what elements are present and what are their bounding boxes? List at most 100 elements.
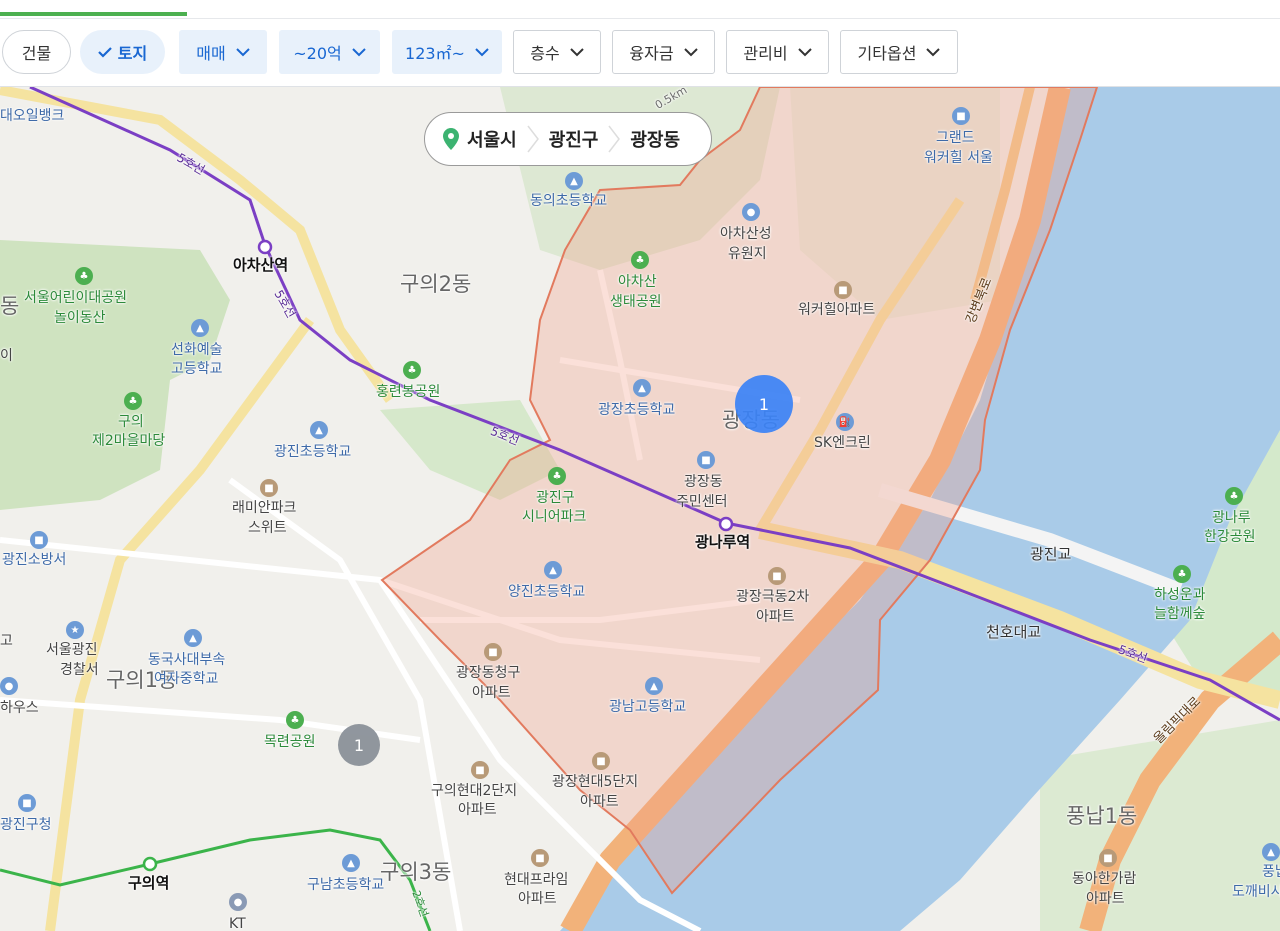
school-icon: ▲ — [310, 421, 328, 439]
poi-ramian-2[interactable]: 스위트 — [248, 519, 287, 537]
building-filter-label: 건물 — [21, 44, 52, 63]
trade-type-label: 매매 — [196, 44, 226, 63]
poi-kids-park-1[interactable]: 서울어린이대공원 — [24, 289, 127, 307]
check-icon — [97, 47, 112, 58]
breadcrumb-dong[interactable]: 광장동 — [630, 126, 680, 152]
poi-achasan-eco-1[interactable]: 아차산 — [618, 273, 657, 291]
school-icon: ▲ — [544, 561, 562, 579]
poi-gwangjang-es[interactable]: 광장초등학교 — [598, 401, 675, 419]
poi-hyundai5-2[interactable]: 아파트 — [580, 793, 619, 811]
maintenance-dropdown[interactable]: 관리비 — [726, 30, 829, 74]
poi-cheonggu-2[interactable]: 아파트 — [472, 684, 511, 702]
poi-ramian-1[interactable]: 래미안파크 — [232, 499, 296, 517]
poi-gu-office[interactable]: 광진구청 — [0, 816, 52, 834]
poi-police-1[interactable]: 서울광진 — [46, 641, 98, 659]
poi-sk-enclean[interactable]: SK엔크린 — [814, 434, 871, 452]
poi-dongui-school[interactable]: 동의초등학교 — [530, 192, 607, 210]
area-dropdown[interactable]: 123㎡~ — [392, 30, 502, 74]
school-icon: ▲ — [645, 677, 663, 695]
map-canvas[interactable]: 구의2동 광장동 구의1동 구의3동 풍납1동 동 아차산역 광나루역 구의역 … — [0, 87, 1280, 931]
poi-geukdong-1[interactable]: 광장극동2차 — [736, 588, 809, 606]
maintenance-label: 관리비 — [743, 44, 788, 63]
poi-oilbank[interactable]: 대오일뱅크 — [0, 107, 64, 125]
breadcrumb-city[interactable]: 서울시 — [467, 126, 517, 152]
poi-gwangnaru-hangang-1[interactable]: 광나루 — [1212, 509, 1251, 527]
school-icon: ▲ — [191, 319, 209, 337]
gwangjin-bridge-label: 광진교 — [1030, 545, 1072, 563]
other-options-label: 기타옵션 — [857, 44, 917, 63]
poi-gwangjin-es[interactable]: 광진초등학교 — [274, 443, 351, 461]
filter-bar: 건물 토지 매매 ~20억 123㎡~ 층수 융자금 관리비 기타옵션 — [0, 19, 1280, 87]
poi-arts-hs-1[interactable]: 선화예술 — [171, 341, 223, 359]
poi-hongryeonbong[interactable]: 홍련봉공원 — [376, 383, 440, 401]
poi-grand-walkerhill-1[interactable]: 그랜드 — [936, 129, 975, 147]
school-icon: ▲ — [1262, 843, 1280, 861]
poi-dongahanga-1[interactable]: 동아한가람 — [1072, 870, 1136, 888]
apartment-icon: ■ — [1099, 849, 1117, 867]
land-filter-button[interactable]: 토지 — [80, 30, 165, 74]
poi-gwangjang-center-1[interactable]: 광장동 — [684, 473, 723, 491]
area-label-guui3: 구의3동 — [380, 860, 452, 884]
poi-hyundai2-2[interactable]: 아파트 — [458, 801, 497, 819]
poi-geukdong-2[interactable]: 아파트 — [756, 608, 795, 626]
poi-yangjin-es[interactable]: 양진초등학교 — [508, 583, 585, 601]
poi-prime-1[interactable]: 현대프라임 — [504, 871, 568, 889]
poi-pungnap-right-1[interactable]: 풍납 — [1262, 863, 1280, 881]
achasan-station-marker[interactable] — [257, 239, 273, 255]
poi-left-edge-1: 이 — [0, 348, 13, 364]
floors-label: 층수 — [530, 44, 560, 63]
poi-mokryeon[interactable]: 목련공원 — [264, 733, 316, 751]
price-dropdown[interactable]: ~20억 — [279, 30, 380, 74]
poi-gwangnaru-hangang-2[interactable]: 한강공원 — [1204, 528, 1256, 546]
poi-guui-park-2[interactable]: 제2마을마당 — [92, 432, 165, 450]
poi-kt[interactable]: KT — [229, 915, 246, 931]
breadcrumb-district[interactable]: 광진구 — [549, 126, 599, 152]
station-label-gwangnaru[interactable]: 광나루역 — [695, 533, 750, 551]
poi-pungnap-right-2[interactable]: 도깨비시 — [1232, 883, 1280, 901]
poi-kids-park-2[interactable]: 놀이동산 — [54, 309, 106, 327]
poi-senior-2[interactable]: 시니어파크 — [522, 508, 586, 526]
apartment-icon: ■ — [768, 567, 786, 585]
other-options-dropdown[interactable]: 기타옵션 — [840, 30, 958, 74]
poi-prime-2[interactable]: 아파트 — [518, 890, 557, 908]
poi-cheonggu-1[interactable]: 광장동청구 — [456, 664, 520, 682]
poi-dongguk-1[interactable]: 동국사대부속 — [148, 651, 225, 669]
apartment-icon: ■ — [592, 752, 610, 770]
poi-achasan-ruins-1[interactable]: 아차산성 — [720, 225, 772, 243]
chevron-down-icon — [475, 47, 489, 56]
trade-type-dropdown[interactable]: 매매 — [179, 30, 267, 74]
poi-gunam-es[interactable]: 구남초등학교 — [307, 876, 384, 894]
chevron-down-icon — [683, 47, 698, 56]
guui-station-marker[interactable] — [142, 856, 158, 872]
station-label-achasan[interactable]: 아차산역 — [233, 256, 288, 274]
poi-senior-1[interactable]: 광진구 — [536, 489, 575, 507]
poi-hyundai5-1[interactable]: 광장현대5단지 — [552, 773, 638, 791]
poi-walkerhill-apt[interactable]: 워커힐아파트 — [798, 301, 875, 319]
gwangnaru-station-marker[interactable] — [718, 516, 734, 532]
poi-arts-hs-2[interactable]: 고등학교 — [171, 360, 223, 378]
park-icon: ♣ — [75, 267, 93, 285]
poi-haseong-1[interactable]: 하성운과 — [1154, 586, 1206, 604]
poi-dongguk-2[interactable]: 여자중학교 — [154, 670, 218, 688]
listing-cluster-marker-gray[interactable]: 1 — [338, 724, 380, 766]
poi-gwangnam-hs[interactable]: 광남고등학교 — [609, 698, 686, 716]
poi-fire-station[interactable]: 광진소방서 — [2, 551, 66, 569]
poi-left-edge-2: 고 — [0, 633, 13, 649]
poi-achasan-ruins-2[interactable]: 유원지 — [728, 245, 767, 263]
apartment-icon: ■ — [471, 761, 489, 779]
station-label-guui[interactable]: 구의역 — [128, 874, 169, 892]
poi-grand-walkerhill-2[interactable]: 워커힐 서울 — [924, 149, 993, 167]
breadcrumb-separator-icon — [527, 125, 539, 153]
poi-haseong-2[interactable]: 늘함께숲 — [1154, 605, 1206, 623]
building-filter-button[interactable]: 건물 — [2, 30, 71, 74]
poi-dongahanga-2[interactable]: 아파트 — [1086, 890, 1125, 908]
floors-dropdown[interactable]: 층수 — [513, 30, 601, 74]
poi-gwangjang-center-2[interactable]: 주민센터 — [676, 493, 728, 511]
loan-dropdown[interactable]: 융자금 — [612, 30, 715, 74]
listing-cluster-marker[interactable]: 1 — [735, 375, 793, 433]
poi-hyundai2-1[interactable]: 구의현대2단지 — [431, 782, 517, 800]
poi-achasan-eco-2[interactable]: 생태공원 — [610, 293, 662, 311]
poi-guui-park-1[interactable]: 구의 — [118, 413, 144, 431]
poi-police-2[interactable]: 경찰서 — [60, 661, 99, 679]
area-label-guui2: 구의2동 — [400, 272, 472, 296]
